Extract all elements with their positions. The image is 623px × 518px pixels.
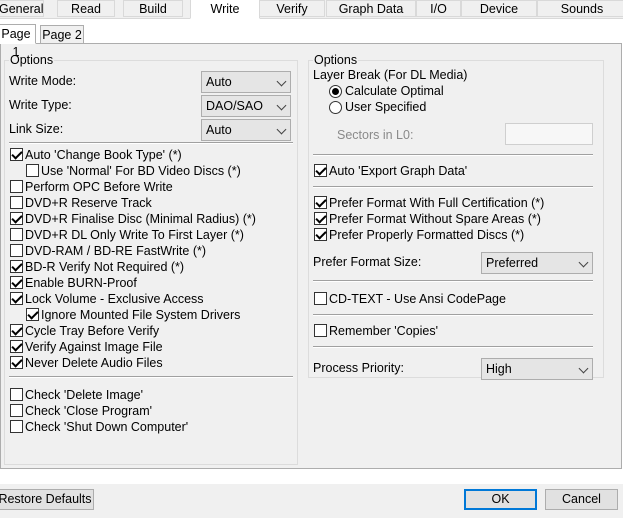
dvdr-reserve-track-label: DVD+R Reserve Track (25, 196, 152, 210)
dvdr-finalise-disc-label: DVD+R Finalise Disc (Minimal Radius) (*) (25, 212, 256, 226)
dvdr-reserve-track-checkbox[interactable] (10, 196, 23, 209)
write-mode-value: Auto (206, 75, 232, 89)
ignore-mounted-fs-label: Ignore Mounted File System Drivers (41, 308, 241, 322)
lock-volume-checkbox[interactable] (10, 292, 23, 305)
right-divider-4 (313, 314, 593, 316)
write-mode-select[interactable]: Auto (201, 71, 291, 93)
radio-calculate-optimal-label: Calculate Optimal (345, 84, 444, 98)
chevron-down-icon (276, 124, 287, 135)
radio-user-specified-label: User Specified (345, 100, 427, 114)
write-settings-panel: Page 1 Page 2 Options Write Mode: Auto W… (0, 18, 623, 484)
write-type-value: DAO/SAO (206, 99, 263, 113)
bdr-verify-not-required-label: BD-R Verify Not Required (*) (25, 260, 185, 274)
tab-sounds[interactable]: Sounds (537, 0, 623, 17)
tab-device[interactable]: Device (461, 0, 537, 17)
prefer-format-size-value: Preferred (486, 256, 539, 270)
tab-general[interactable]: General (0, 0, 44, 17)
sectors-in-l0-input[interactable] (505, 123, 593, 145)
perform-opc-checkbox[interactable] (10, 180, 23, 193)
prefer-format-size-select[interactable]: Preferred (481, 252, 593, 274)
never-delete-audio-label: Never Delete Audio Files (25, 356, 163, 370)
tab-build[interactable]: Build (123, 0, 183, 17)
use-normal-bd-video-checkbox[interactable] (26, 164, 39, 177)
prefer-format-size-label: Prefer Format Size: (313, 255, 422, 269)
write-mode-label: Write Mode: (9, 74, 77, 88)
chevron-down-icon (276, 76, 287, 87)
dvdr-dl-first-layer-checkbox[interactable] (10, 228, 23, 241)
remember-copies-label: Remember 'Copies' (329, 324, 438, 338)
prefer-full-cert-label: Prefer Format With Full Certification (*… (329, 196, 545, 210)
chevron-down-icon (578, 363, 589, 374)
prefer-properly-formatted-checkbox[interactable] (314, 228, 327, 241)
tab-verify[interactable]: Verify (259, 0, 325, 17)
enable-burn-proof-checkbox[interactable] (10, 276, 23, 289)
radio-calculate-optimal[interactable] (329, 85, 342, 98)
dvd-ram-fastwrite-label: DVD-RAM / BD-RE FastWrite (*) (25, 244, 207, 258)
subtab-page-2[interactable]: Page 2 (40, 25, 84, 44)
prefer-no-spare-label: Prefer Format Without Spare Areas (*) (329, 212, 541, 226)
ignore-mounted-fs-checkbox[interactable] (26, 308, 39, 321)
dvd-ram-fastwrite-checkbox[interactable] (10, 244, 23, 257)
right-divider-1 (313, 154, 593, 156)
check-close-program-label: Check 'Close Program' (25, 404, 153, 418)
page-1-panel: Options Write Mode: Auto Write Type: DAO… (0, 43, 622, 469)
dvdr-finalise-disc-checkbox[interactable] (10, 212, 23, 225)
lock-volume-label: Lock Volume - Exclusive Access (25, 292, 204, 306)
process-priority-label: Process Priority: (313, 361, 404, 375)
process-priority-value: High (486, 362, 512, 376)
cd-text-ansi-checkbox[interactable] (314, 292, 327, 305)
cancel-button[interactable]: Cancel (545, 489, 618, 510)
use-normal-bd-video-label: Use 'Normal' For BD Video Discs (*) (41, 164, 241, 178)
radio-user-specified[interactable] (329, 101, 342, 114)
never-delete-audio-checkbox[interactable] (10, 356, 23, 369)
auto-change-book-type-checkbox[interactable] (10, 148, 23, 161)
auto-change-book-type-label: Auto 'Change Book Type' (*) (25, 148, 182, 162)
restore-defaults-button[interactable]: Restore Defaults (0, 489, 94, 510)
prefer-full-cert-checkbox[interactable] (314, 196, 327, 209)
link-size-label: Link Size: (9, 122, 64, 136)
link-size-value: Auto (206, 123, 232, 137)
auto-export-graph-data-label: Auto 'Export Graph Data' (329, 164, 468, 178)
check-shut-down-computer-checkbox[interactable] (10, 420, 23, 433)
chevron-down-icon (578, 257, 589, 268)
left-divider-2 (9, 376, 293, 378)
left-divider-1 (9, 142, 293, 144)
check-delete-image-checkbox[interactable] (10, 388, 23, 401)
tab-graph-data[interactable]: Graph Data (326, 0, 416, 17)
tab-read[interactable]: Read (57, 0, 115, 17)
auto-export-graph-data-checkbox[interactable] (314, 164, 327, 177)
subtab-page-1[interactable]: Page 1 (0, 24, 36, 59)
verify-against-image-label: Verify Against Image File (25, 340, 163, 354)
prefer-no-spare-checkbox[interactable] (314, 212, 327, 225)
tab-io[interactable]: I/O (416, 0, 461, 17)
process-priority-select[interactable]: High (481, 358, 593, 380)
enable-burn-proof-label: Enable BURN-Proof (25, 276, 137, 290)
bdr-verify-not-required-checkbox[interactable] (10, 260, 23, 273)
cycle-tray-checkbox[interactable] (10, 324, 23, 337)
right-divider-5 (313, 346, 593, 348)
prefer-properly-formatted-label: Prefer Properly Formatted Discs (*) (329, 228, 525, 242)
right-options-title: Options (313, 53, 359, 67)
right-divider-3 (313, 280, 593, 282)
cycle-tray-label: Cycle Tray Before Verify (25, 324, 160, 338)
link-size-select[interactable]: Auto (201, 119, 291, 141)
layer-break-label: Layer Break (For DL Media) (313, 68, 468, 82)
perform-opc-label: Perform OPC Before Write (25, 180, 173, 194)
sectors-in-l0-label: Sectors in L0: (337, 128, 414, 142)
main-tab-bar: General Read Build Write Verify Graph Da… (0, 0, 623, 19)
check-close-program-checkbox[interactable] (10, 404, 23, 417)
verify-against-image-checkbox[interactable] (10, 340, 23, 353)
dvdr-dl-first-layer-label: DVD+R DL Only Write To First Layer (*) (25, 228, 244, 242)
tab-write[interactable]: Write (190, 0, 260, 19)
right-divider-2 (313, 186, 593, 188)
check-delete-image-label: Check 'Delete Image' (25, 388, 144, 402)
write-type-select[interactable]: DAO/SAO (201, 95, 291, 117)
check-shut-down-computer-label: Check 'Shut Down Computer' (25, 420, 189, 434)
ok-button[interactable]: OK (464, 489, 537, 510)
chevron-down-icon (276, 100, 287, 111)
remember-copies-checkbox[interactable] (314, 324, 327, 337)
cd-text-ansi-label: CD-TEXT - Use Ansi CodePage (329, 292, 506, 306)
write-type-label: Write Type: (9, 98, 72, 112)
